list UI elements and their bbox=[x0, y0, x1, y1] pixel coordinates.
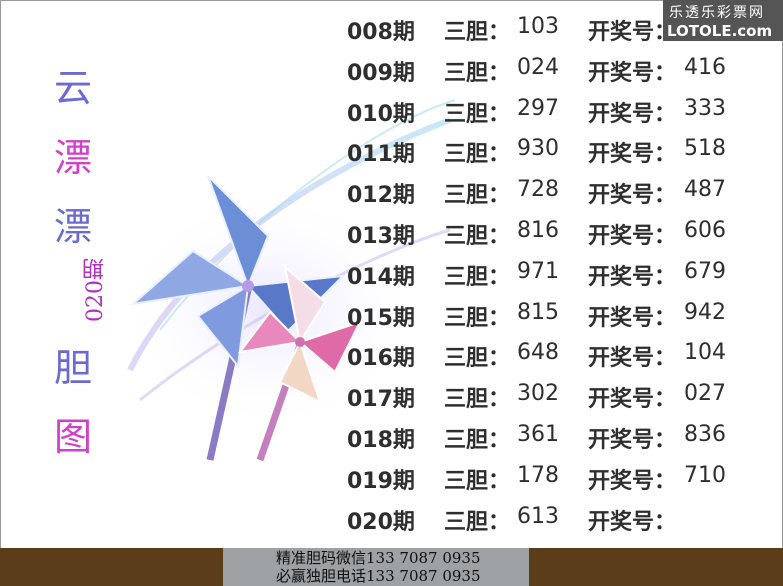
issue-number: 014期 bbox=[347, 264, 415, 290]
sandan-value: 302 bbox=[517, 381, 559, 407]
issue-number: 018期 bbox=[347, 428, 415, 453]
kaijiang-label: 开奖号： bbox=[588, 142, 677, 168]
sandan-value: 728 bbox=[517, 177, 559, 203]
kaijiang-value: 487 bbox=[684, 177, 726, 203]
issue-number: 020期 bbox=[347, 509, 415, 535]
kaijiang-label: 开奖号： bbox=[588, 305, 677, 331]
kaijiang-value: 518 bbox=[684, 136, 726, 162]
result-row: 014期 三胆： 971 开奖号： 679 bbox=[0, 259, 783, 299]
issue-number: 016期 bbox=[347, 346, 415, 372]
sandan-value: 815 bbox=[517, 299, 559, 325]
sandan-label: 三胆： bbox=[444, 60, 511, 86]
sandan-value: 648 bbox=[517, 340, 559, 366]
contact-box: 精准胆码微信133 7087 0935 必赢独胆电话133 7087 0935 bbox=[223, 548, 529, 586]
sandan-value: 178 bbox=[517, 462, 559, 488]
sandan-value: 024 bbox=[517, 54, 559, 80]
result-row: 009期 三胆： 024 开奖号： 416 bbox=[0, 55, 783, 95]
kaijiang-label: 开奖号： bbox=[588, 60, 677, 86]
sandan-label: 三胆： bbox=[444, 428, 511, 453]
sandan-value: 361 bbox=[517, 422, 559, 447]
sandan-value: 297 bbox=[517, 95, 559, 121]
sandan-value: 613 bbox=[517, 503, 559, 529]
result-row: 015期 三胆： 815 开奖号： 942 bbox=[0, 300, 783, 340]
kaijiang-value: 836 bbox=[684, 422, 726, 447]
sandan-label: 三胆： bbox=[444, 101, 511, 127]
result-row: 010期 三胆： 297 开奖号： 333 bbox=[0, 96, 783, 136]
result-row: 013期 三胆： 816 开奖号： 606 bbox=[0, 218, 783, 258]
sandan-value: 971 bbox=[517, 258, 559, 284]
issue-number: 019期 bbox=[347, 468, 415, 494]
issue-number: 015期 bbox=[347, 305, 415, 331]
kaijiang-label: 开奖号： bbox=[588, 183, 677, 209]
sandan-label: 三胆： bbox=[444, 183, 511, 209]
result-row: 012期 三胆： 728 开奖号： 487 bbox=[0, 177, 783, 217]
kaijiang-label: 开奖号： bbox=[588, 346, 677, 372]
sandan-label: 三胆： bbox=[444, 142, 511, 168]
sandan-value: 816 bbox=[517, 218, 559, 243]
issue-number: 010期 bbox=[347, 101, 415, 127]
result-row: 017期 三胆： 302 开奖号： 027 bbox=[0, 381, 783, 421]
contact-phone: 必赢独胆电话133 7087 0935 bbox=[276, 567, 481, 585]
kaijiang-value: 679 bbox=[684, 258, 726, 284]
kaijiang-label: 开奖号： bbox=[588, 264, 677, 290]
logo-domain-text: LOTOLE.com bbox=[667, 22, 773, 40]
kaijiang-value: 416 bbox=[684, 54, 726, 80]
site-logo: 乐透乐彩票网 LOTOLE.com bbox=[663, 0, 783, 41]
kaijiang-value: 104 bbox=[684, 340, 726, 366]
lottery-poster: 云漂漂胆图 020期 008期 三胆： 103 开奖号： 009期 三胆： 024 开奖号： 4… bbox=[0, 0, 783, 586]
kaijiang-label: 开奖号： bbox=[588, 428, 677, 453]
issue-number: 008期 bbox=[347, 20, 415, 45]
issue-number: 013期 bbox=[347, 224, 415, 249]
kaijiang-label: 开奖号： bbox=[588, 387, 677, 413]
kaijiang-value: 606 bbox=[684, 218, 726, 243]
kaijiang-label: 开奖号： bbox=[588, 101, 677, 127]
issue-number: 011期 bbox=[347, 142, 415, 168]
kaijiang-label: 开奖号： bbox=[588, 468, 677, 494]
kaijiang-value: 333 bbox=[684, 95, 726, 121]
sandan-value: 930 bbox=[517, 136, 559, 162]
logo-chinese-text: 乐透乐彩票网 bbox=[669, 5, 765, 21]
sandan-label: 三胆： bbox=[444, 468, 511, 494]
sandan-label: 三胆： bbox=[444, 20, 511, 45]
sandan-label: 三胆： bbox=[444, 224, 511, 249]
sandan-label: 三胆： bbox=[444, 346, 511, 372]
sandan-label: 三胆： bbox=[444, 509, 511, 535]
contact-wechat: 精准胆码微信133 7087 0935 bbox=[276, 549, 481, 567]
sandan-label: 三胆： bbox=[444, 387, 511, 413]
result-row: 018期 三胆： 361 开奖号： 836 bbox=[0, 422, 783, 462]
result-row: 016期 三胆： 648 开奖号： 104 bbox=[0, 340, 783, 380]
result-row: 020期 三胆： 613 开奖号： bbox=[0, 504, 783, 544]
issue-number: 012期 bbox=[347, 183, 415, 209]
kaijiang-label: 开奖号： bbox=[588, 224, 677, 249]
issue-number: 009期 bbox=[347, 60, 415, 86]
kaijiang-value: 942 bbox=[684, 299, 726, 325]
sandan-value: 103 bbox=[517, 14, 559, 39]
issue-number: 017期 bbox=[347, 387, 415, 413]
kaijiang-value: 027 bbox=[684, 381, 726, 407]
kaijiang-label: 开奖号： bbox=[588, 509, 677, 535]
result-row: 019期 三胆： 178 开奖号： 710 bbox=[0, 463, 783, 503]
result-row: 011期 三胆： 930 开奖号： 518 bbox=[0, 136, 783, 176]
sandan-label: 三胆： bbox=[444, 305, 511, 331]
kaijiang-value: 710 bbox=[684, 462, 726, 488]
sandan-label: 三胆： bbox=[444, 264, 511, 290]
